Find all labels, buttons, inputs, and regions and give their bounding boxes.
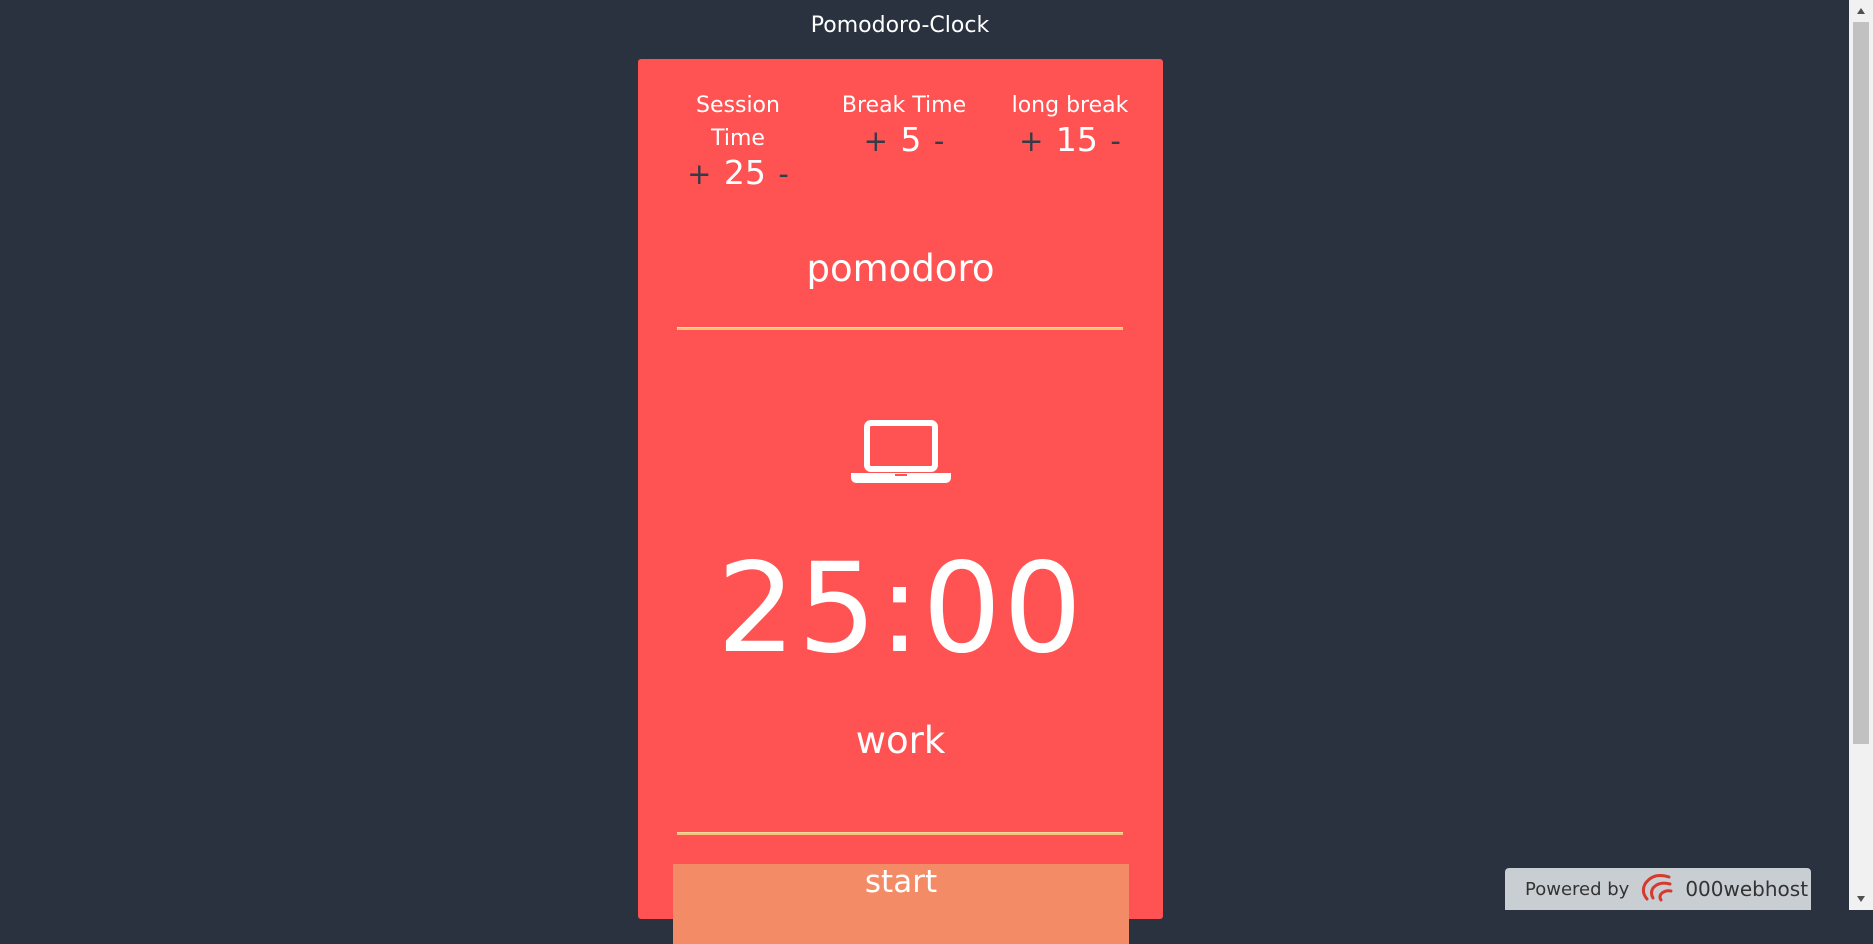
session-control: + 25 - [678, 155, 798, 192]
long-break-setting: long break + 15 - [1000, 89, 1140, 159]
start-button[interactable]: start [673, 864, 1129, 944]
powered-by-badge[interactable]: Powered by 000webhost [1505, 868, 1811, 910]
long-break-value: 15 [1055, 120, 1098, 159]
top-divider [677, 327, 1123, 330]
break-value: 5 [900, 120, 922, 159]
powered-by-text: Powered by [1525, 878, 1630, 900]
session-value: 25 [723, 153, 766, 192]
phase-label: work [855, 719, 946, 762]
000webhost-logo-icon [1639, 872, 1675, 907]
session-minus-button[interactable]: - [776, 156, 790, 192]
scroll-down-icon[interactable] [1849, 888, 1873, 910]
pomodoro-card: Session Time + 25 - Break Time + 5 - lon… [638, 59, 1163, 944]
page-title: Pomodoro-Clock [810, 13, 990, 38]
scrollbar-thumb[interactable] [1853, 22, 1869, 744]
mode-title: pomodoro [806, 247, 995, 290]
long-break-plus-button[interactable]: + [1017, 123, 1045, 159]
laptop-icon [851, 419, 951, 485]
break-plus-button[interactable]: + [862, 123, 890, 159]
long-break-label: long break [1011, 93, 1129, 118]
bottom-divider [677, 832, 1123, 835]
break-label: Break Time [841, 93, 967, 118]
session-label: Session Time [696, 93, 780, 151]
break-control: + 5 - [834, 122, 974, 159]
long-break-minus-button[interactable]: - [1108, 123, 1122, 159]
timer-display: 25:00 [716, 537, 1085, 681]
break-minus-button[interactable]: - [932, 123, 946, 159]
session-plus-button[interactable]: + [685, 156, 713, 192]
settings-row: Session Time + 25 - Break Time + 5 - lon… [638, 89, 1163, 229]
vertical-scrollbar[interactable] [1849, 0, 1873, 910]
scroll-up-icon[interactable] [1849, 0, 1873, 22]
brand-name: 000webhost [1685, 877, 1809, 901]
start-button-label: start [864, 864, 938, 900]
break-setting: Break Time + 5 - [834, 89, 974, 159]
session-setting: Session Time + 25 - [678, 89, 798, 192]
long-break-control: + 15 - [1000, 122, 1140, 159]
